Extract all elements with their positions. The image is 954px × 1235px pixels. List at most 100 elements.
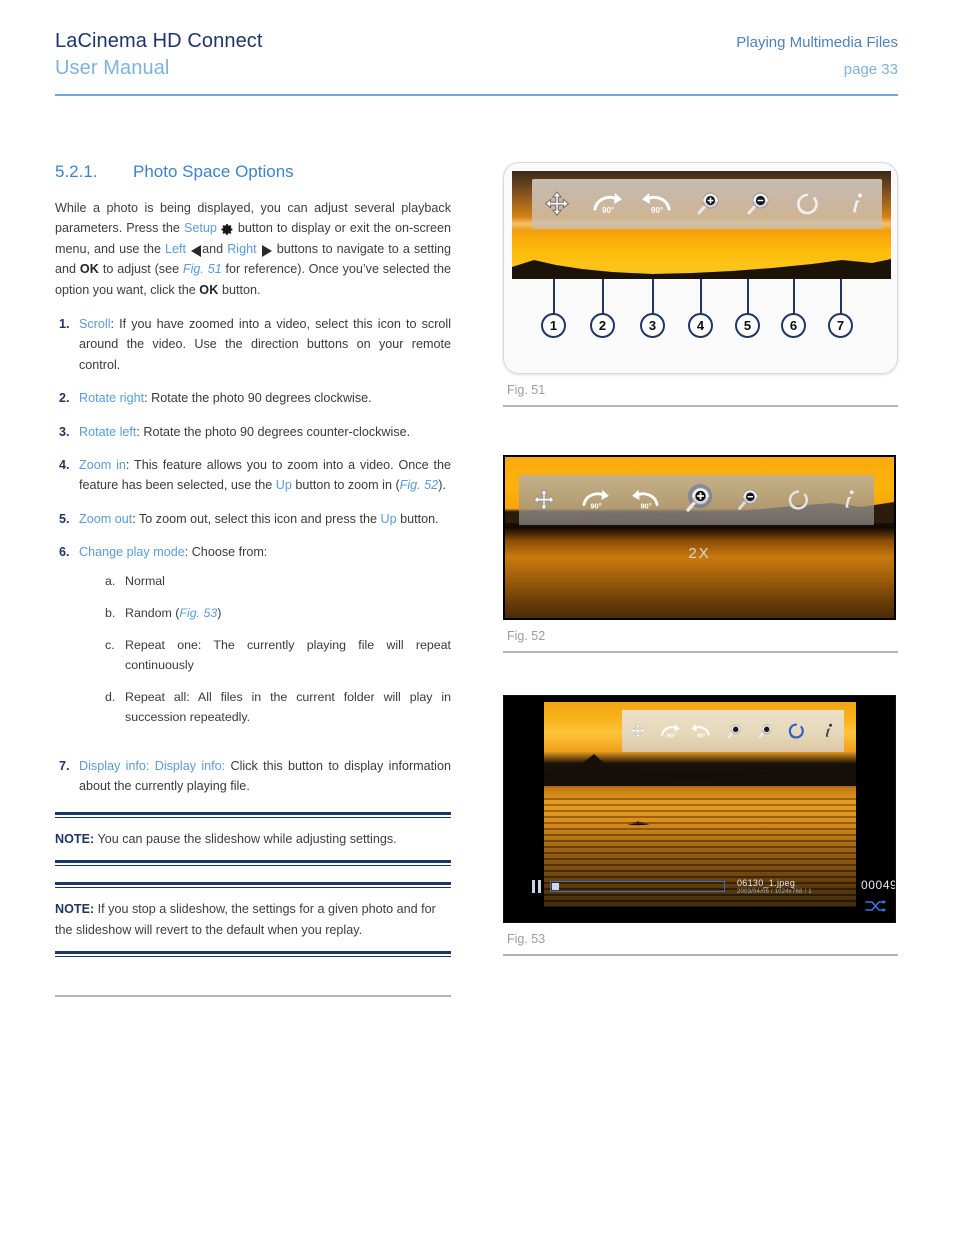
scroll-arrows-icon[interactable] — [622, 710, 654, 752]
repeat-circle-icon[interactable] — [782, 179, 832, 229]
list-number: 7. — [59, 758, 70, 773]
rotate-left-90-icon[interactable]: 90° — [632, 179, 682, 229]
zoom-out-magnifier-icon[interactable] — [722, 475, 773, 525]
running-head: Playing Multimedia Files — [736, 34, 898, 51]
left-triangle-icon — [191, 244, 202, 257]
ok-label-2: OK — [199, 282, 219, 297]
svg-text:90°: 90° — [590, 501, 601, 510]
rotate-right-90-icon[interactable]: 90° — [570, 475, 621, 525]
play-mode-random: b. Random (Fig. 53) — [105, 604, 451, 624]
desc-zoom-in-3: ). — [438, 478, 446, 493]
setup-label: Setup — [183, 221, 217, 236]
desc-zoom-out-2: button. — [396, 511, 439, 526]
svg-text:90°: 90° — [697, 733, 706, 739]
sublist-letter: d. — [105, 689, 116, 704]
term-rotate-left: Rotate left — [79, 424, 137, 439]
list-item-display-info: 7. Display info: Display info: Click thi… — [55, 756, 451, 797]
mountain-silhouette — [512, 259, 891, 279]
note-label: NOTE: — [55, 902, 95, 917]
figure-51-caption: Fig. 51 — [507, 383, 546, 397]
column-bottom-divider — [55, 994, 451, 997]
sublist-letter: b. — [105, 606, 116, 621]
list-item-zoom-out: 5. Zoom out: To zoom out, select this ic… — [55, 509, 451, 529]
list-item-rotate-right: 2. Rotate right: Rotate the photo 90 deg… — [55, 388, 451, 408]
desc-scroll: : If you have zoomed into a video, selec… — [79, 316, 451, 372]
desc-rotate-right: : Rotate the photo 90 degrees clockwise. — [144, 391, 372, 406]
info-icon[interactable] — [823, 475, 874, 525]
options-list: 1. Scroll: If you have zoomed into a vid… — [55, 314, 451, 796]
left-label: Left — [165, 241, 187, 256]
fig51-reference[interactable]: Fig. 51 — [183, 262, 222, 276]
rotate-left-90-icon[interactable]: 90° — [685, 710, 717, 752]
callout-3: 3 — [640, 313, 665, 338]
right-label: Right — [227, 241, 257, 256]
svg-text:90°: 90° — [651, 206, 663, 215]
repeat-circle-icon-selected[interactable] — [781, 710, 813, 752]
photo-options-toolbar[interactable]: 90° 90° — [519, 475, 874, 525]
play-mode-repeat-one-text: Repeat one: The currently playing file w… — [125, 638, 451, 672]
content-column-left: 5.2.1. Photo Space Options While a photo… — [55, 162, 451, 997]
zoom-in-magnifier-icon[interactable] — [682, 179, 732, 229]
mountain-peak-silhouette — [544, 754, 856, 786]
file-metadata: 2003/04/06 / 1024x768 / 1 — [737, 889, 812, 895]
scroll-arrows-icon[interactable] — [519, 475, 570, 525]
note-rule-top-thick — [55, 812, 451, 816]
info-icon[interactable] — [812, 710, 844, 752]
content-column-right: 90° 90° 1 2 3 4 5 6 7 Fig. 51 90° 90° 2X… — [503, 162, 898, 974]
gear-icon — [221, 223, 234, 236]
list-item-rotate-left: 3. Rotate left: Rotate the photo 90 degr… — [55, 422, 451, 442]
figure-53-card: 90° 90° 06130_1.jpeg 2003/04/06 / 1024x7… — [503, 695, 896, 923]
zoom-in-magnifier-icon[interactable] — [717, 710, 749, 752]
play-mode-random-text-2: ) — [217, 606, 222, 621]
progress-bar-fill — [552, 883, 559, 890]
photo-options-toolbar[interactable]: 90° 90° — [532, 179, 882, 229]
file-name: 06130_1.jpeg — [737, 878, 796, 888]
sublist-letter: c. — [105, 638, 115, 653]
info-icon[interactable] — [832, 179, 882, 229]
note-2-text: If you stop a slideshow, the settings fo… — [55, 902, 436, 937]
section-number: 5.2.1. — [55, 162, 98, 181]
figure-53: 90° 90° 06130_1.jpeg 2003/04/06 / 1024x7… — [503, 695, 898, 956]
note-1-content: NOTE: You can pause the slideshow while … — [55, 818, 451, 860]
callout-1: 1 — [541, 313, 566, 338]
rotate-left-90-icon[interactable]: 90° — [620, 475, 671, 525]
desc-rotate-left: : Rotate the photo 90 degrees counter-cl… — [136, 424, 411, 439]
document-subtitle: User Manual — [55, 57, 170, 79]
photo-options-toolbar[interactable]: 90° 90° — [622, 710, 844, 752]
note-2-content: NOTE: If you stop a slideshow, the setti… — [55, 888, 451, 950]
term-change-play-mode: Change play mode — [79, 545, 185, 560]
zoom-in-magnifier-icon-selected[interactable] — [671, 475, 722, 525]
play-mode-random-text: Random ( — [125, 606, 180, 621]
section-heading: 5.2.1. Photo Space Options — [55, 162, 451, 182]
product-title: LaCinema HD Connect — [55, 30, 263, 52]
callout-7: 7 — [828, 313, 853, 338]
intro-text-g: button. — [218, 282, 261, 297]
header-divider — [55, 94, 898, 96]
figure-51-card: 90° 90° 1 2 3 4 5 6 7 — [503, 162, 898, 374]
rotate-right-90-icon[interactable]: 90° — [654, 710, 686, 752]
callout-5: 5 — [735, 313, 760, 338]
list-number: 5. — [59, 511, 70, 526]
playback-status-bar: 06130_1.jpeg 2003/04/06 / 1024x768 / 1 0… — [504, 874, 895, 916]
sublist-letter: a. — [105, 574, 116, 589]
list-item-zoom-in: 4. Zoom in: This feature allows you to z… — [55, 455, 451, 496]
fig52-reference[interactable]: Fig. 52 — [400, 478, 439, 492]
progress-bar[interactable] — [550, 881, 725, 892]
up-label-zoom-in: Up — [275, 478, 292, 493]
term-display-info: Display info: Display info: — [79, 758, 226, 773]
file-counter: 00049 / 2381 — [861, 878, 895, 913]
desc-zoom-out: : To zoom out, select this icon and pres… — [132, 511, 381, 526]
fig53-reference[interactable]: Fig. 53 — [179, 606, 217, 620]
scroll-arrows-icon[interactable] — [532, 179, 582, 229]
list-number: 1. — [59, 316, 70, 331]
note-1-text: You can pause the slideshow while adjust… — [94, 832, 397, 847]
rotate-right-90-icon[interactable]: 90° — [582, 179, 632, 229]
section-title: Photo Space Options — [133, 162, 294, 181]
play-mode-repeat-all-text: Repeat all: All files in the current fol… — [125, 689, 451, 724]
figure-52-divider — [503, 651, 898, 653]
repeat-circle-icon[interactable] — [773, 475, 824, 525]
zoom-out-magnifier-icon[interactable] — [749, 710, 781, 752]
pause-icon[interactable] — [532, 880, 541, 893]
zoom-out-magnifier-icon[interactable] — [732, 179, 782, 229]
list-number: 6. — [59, 545, 70, 560]
